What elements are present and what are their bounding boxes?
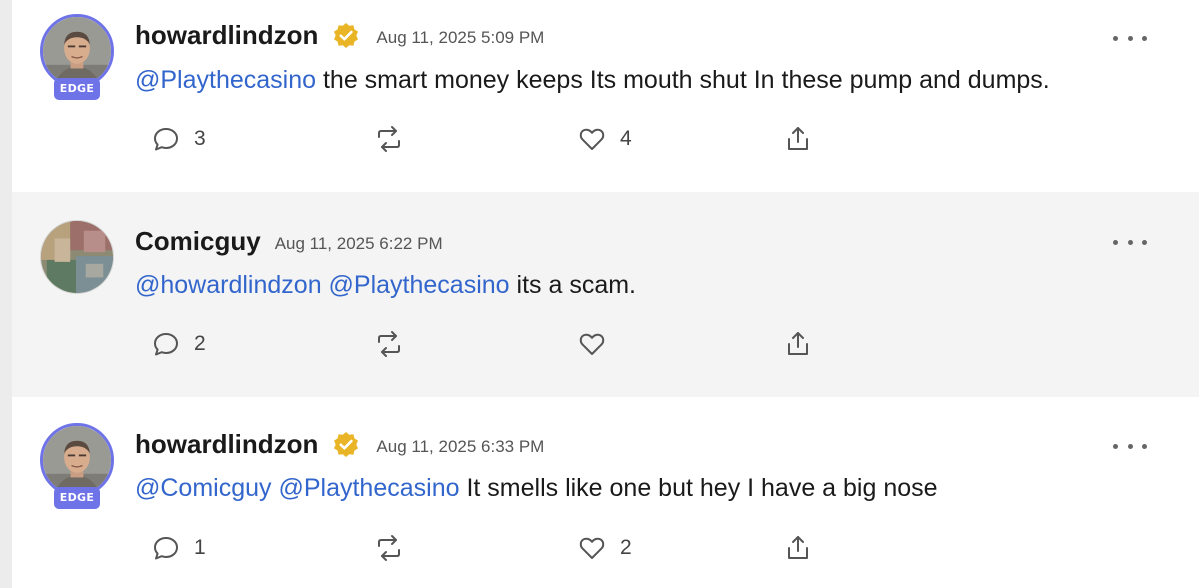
share-upload-icon [788,127,808,150]
speech-bubble-icon [154,537,178,560]
author-avatar[interactable] [40,220,114,294]
heart-icon [579,333,605,355]
repost-arrows-icon [378,126,400,152]
reshare-button[interactable] [372,329,420,359]
post-body: @Playthecasino the smart money keeps Its… [135,66,1050,95]
post-1: EDGE howardlindzon Aug 11, 2025 5:09 PM … [12,0,1199,192]
post-body: @Comicguy @Playthecasino It smells like … [135,474,938,503]
like-button[interactable]: 4 [578,124,632,154]
edge-badge: EDGE [54,78,100,100]
share-button[interactable] [784,533,812,563]
username[interactable]: Comicguy [135,226,261,257]
like-count: 2 [620,536,632,559]
more-options-button[interactable] [1113,28,1147,48]
post-text: It smells like one but hey I have a big … [459,474,938,502]
share-upload-icon [788,536,808,559]
username[interactable]: howardlindzon [135,429,318,460]
post-header: Comicguy Aug 11, 2025 6:22 PM [135,226,443,257]
avatar-photo [40,423,114,497]
post-3: EDGE howardlindzon Aug 11, 2025 6:33 PM … [12,397,1199,588]
verified-badge-icon [332,22,360,50]
post-timestamp[interactable]: Aug 11, 2025 5:09 PM [376,24,544,48]
ellipsis-icon [1113,443,1118,449]
reply-count: 2 [194,332,206,355]
post-text: its a scam. [509,271,636,299]
share-upload-icon [788,332,808,355]
ellipsis-icon [1113,239,1118,245]
reply-button[interactable]: 2 [152,329,206,359]
reply-button[interactable]: 1 [152,533,206,563]
avatar-photo [40,14,114,88]
like-button[interactable] [578,329,620,359]
post-header: howardlindzon Aug 11, 2025 6:33 PM [135,429,544,460]
post-2: Comicguy Aug 11, 2025 6:22 PM @howardlin… [12,192,1199,397]
reshare-button[interactable] [372,533,420,563]
reshare-button[interactable] [372,124,420,154]
like-button[interactable]: 2 [578,533,632,563]
author-avatar[interactable]: EDGE [40,423,114,509]
mention-link[interactable]: @Playthecasino [135,66,316,94]
more-options-button[interactable] [1113,436,1147,456]
verified-badge-icon [332,431,360,459]
post-header: howardlindzon Aug 11, 2025 5:09 PM [135,20,544,51]
left-edge-divider [0,0,12,588]
repost-arrows-icon [378,535,400,561]
reply-button[interactable]: 3 [152,124,206,154]
conversation-thread: EDGE howardlindzon Aug 11, 2025 5:09 PM … [0,0,1199,588]
username[interactable]: howardlindzon [135,20,318,51]
reply-count: 3 [194,127,206,150]
share-button[interactable] [784,329,812,359]
mention-link[interactable]: @howardlindzon @Playthecasino [135,271,510,299]
author-avatar[interactable]: EDGE [40,14,114,100]
ellipsis-icon [1113,35,1118,41]
post-body: @howardlindzon @Playthecasino its a scam… [135,271,636,300]
post-text: the smart money keeps Its mouth shut In … [316,66,1050,94]
mention-link[interactable]: @Comicguy @Playthecasino [135,474,460,502]
speech-bubble-icon [154,333,178,356]
heart-icon [579,128,605,150]
speech-bubble-icon [154,128,178,151]
post-timestamp[interactable]: Aug 11, 2025 6:22 PM [275,230,443,254]
more-options-button[interactable] [1113,232,1147,252]
edge-badge: EDGE [54,487,100,509]
avatar-image [40,220,114,294]
share-button[interactable] [784,124,812,154]
like-count: 4 [620,127,632,150]
post-timestamp[interactable]: Aug 11, 2025 6:33 PM [376,433,544,457]
repost-arrows-icon [378,331,400,357]
heart-icon [579,537,605,559]
reply-count: 1 [194,536,206,559]
